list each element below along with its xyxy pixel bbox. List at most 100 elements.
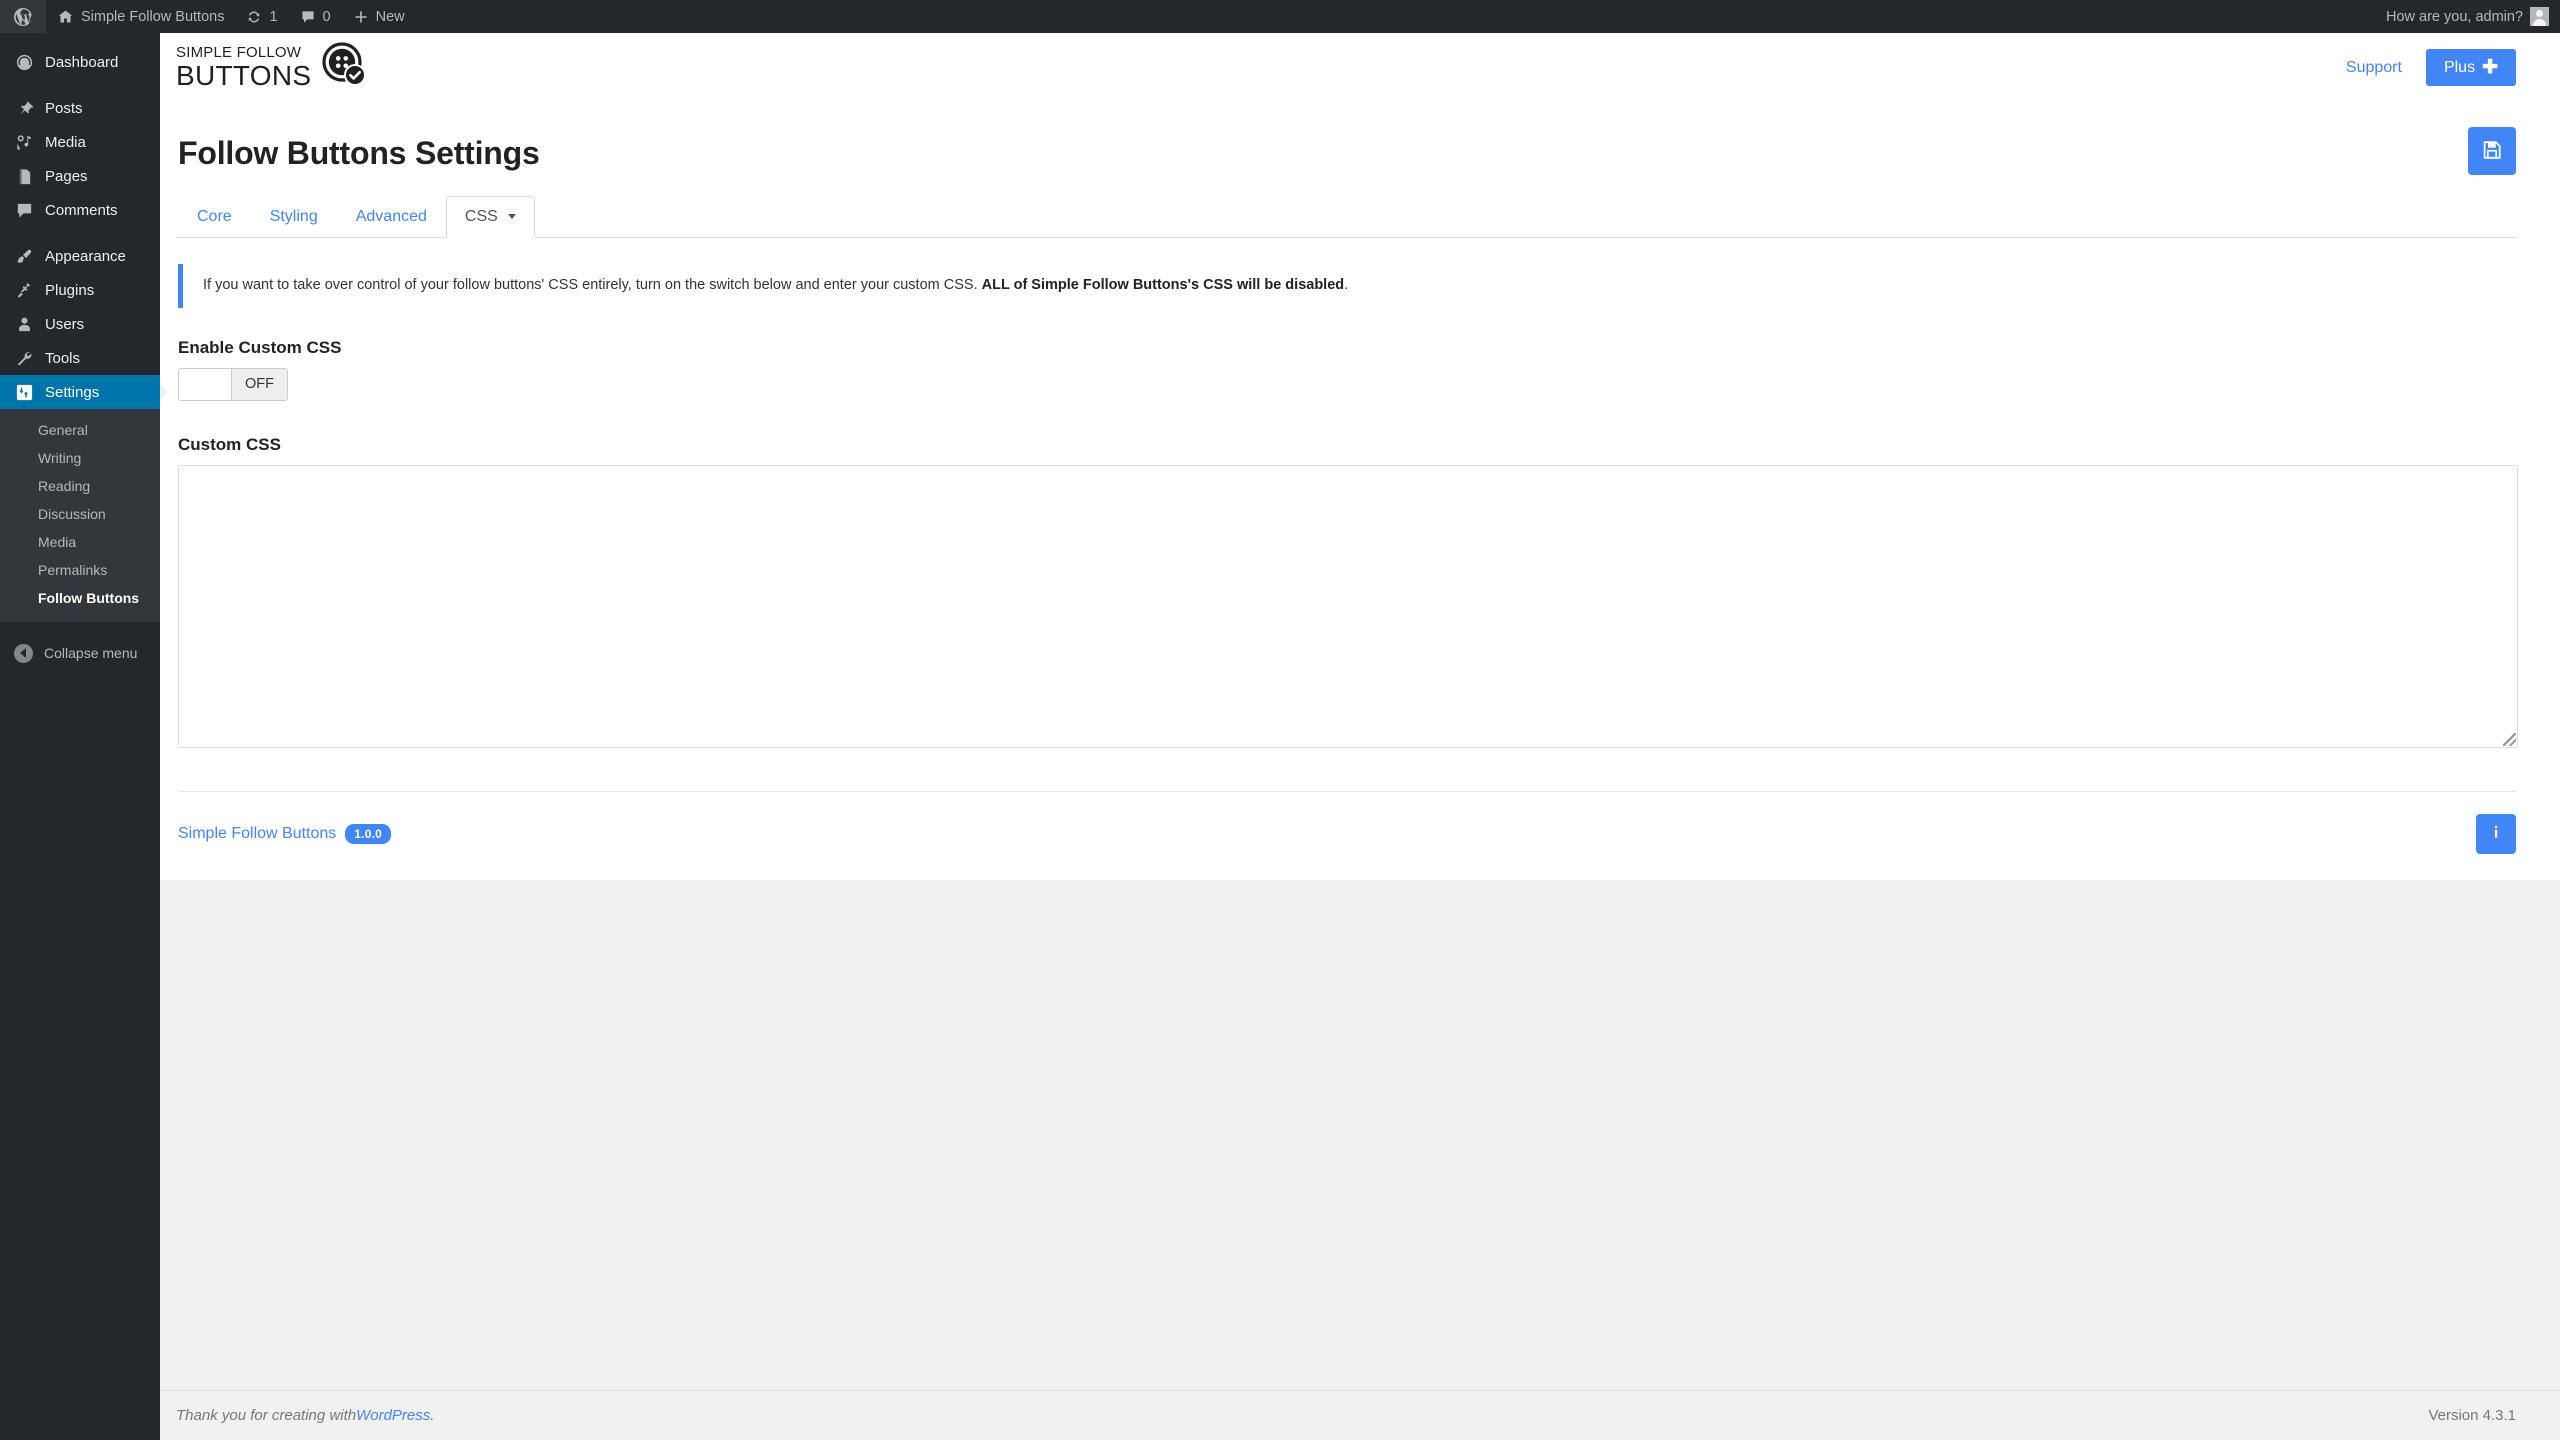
update-arrows-icon <box>246 9 262 25</box>
new-content-label: New <box>375 8 405 25</box>
wordpress-logo-icon <box>13 7 33 27</box>
info-icon <box>2487 823 2505 844</box>
tab-css-label: CSS <box>464 208 498 225</box>
version-badge: 1.0.0 <box>345 823 391 844</box>
wp-admin-bar: Simple Follow Buttons 1 0 New How are yo… <box>0 0 2560 33</box>
tab-css[interactable]: CSS <box>445 196 536 238</box>
sidebar-label: Dashboard <box>45 53 119 71</box>
sidebar-label: Settings <box>45 383 100 401</box>
plugin-name-link[interactable]: Simple Follow Buttons <box>178 825 336 843</box>
plugin-header-actions: Support Plus ✚ <box>2346 49 2516 86</box>
sidebar-item-comments[interactable]: Comments <box>0 193 160 227</box>
sidebar-label: Media <box>45 133 86 151</box>
wp-version-label: Version 4.3.1 <box>2428 1407 2516 1424</box>
tab-advanced-label: Advanced <box>355 208 427 225</box>
notice-text: If you want to take over control of your… <box>203 277 982 293</box>
sidebar-label: Plugins <box>45 281 95 299</box>
sidebar-item-appearance[interactable]: Appearance <box>0 239 160 273</box>
page-title: Follow Buttons Settings <box>178 135 540 171</box>
brand-line-1: SIMPLE FOLLOW <box>176 44 302 61</box>
sidebar-label: Comments <box>45 201 118 219</box>
toggle-state-label: OFF <box>231 368 287 400</box>
sidebar-item-tools[interactable]: Tools <box>0 341 160 375</box>
plugin-info-button[interactable] <box>2476 813 2516 854</box>
toggle-knob <box>179 368 231 400</box>
plugin-footer: Simple Follow Buttons 1.0.0 <box>178 790 2516 880</box>
tab-styling[interactable]: Styling <box>251 196 337 238</box>
custom-css-label: Custom CSS <box>178 434 281 454</box>
support-link[interactable]: Support <box>2346 59 2402 77</box>
user-icon <box>14 314 34 334</box>
sidebar-label: Posts <box>45 99 83 117</box>
submenu-item-permalinks[interactable]: Permalinks <box>0 556 160 584</box>
plus-icon <box>353 9 369 25</box>
sidebar-item-media[interactable]: Media <box>0 125 160 159</box>
site-name-menu-item[interactable]: Simple Follow Buttons <box>46 0 235 33</box>
settings-inner: Follow Buttons Settings Core Styling Adv… <box>160 103 2560 880</box>
plus-upgrade-button[interactable]: Plus ✚ <box>2425 49 2516 86</box>
sidebar-item-settings[interactable]: Settings <box>0 375 168 409</box>
plugin-brand: SIMPLE FOLLOW BUTTONS <box>176 41 369 94</box>
sidebar-item-pages[interactable]: Pages <box>0 159 160 193</box>
settings-tabs: Core Styling Advanced CSS <box>176 196 2516 238</box>
my-account-menu-item[interactable]: How are you, admin? <box>2375 0 2560 33</box>
submenu-item-reading[interactable]: Reading <box>0 472 160 500</box>
custom-css-area-wrap <box>176 455 2518 748</box>
enable-custom-css-toggle[interactable]: OFF <box>178 367 288 401</box>
new-content-menu-item[interactable]: New <box>342 0 416 33</box>
submenu-item-follow-buttons[interactable]: Follow Buttons <box>0 584 160 612</box>
collapse-menu-button[interactable]: Collapse menu <box>0 636 160 670</box>
media-icon <box>14 132 34 152</box>
save-settings-button[interactable] <box>2468 127 2516 175</box>
brand-line-2: BUTTONS <box>176 60 312 91</box>
tab-core-label: Core <box>197 208 232 225</box>
admin-sidebar-menu: Dashboard Posts Media Pages Comments App… <box>0 33 168 1440</box>
settings-panel: Follow Buttons Settings Core Styling Adv… <box>160 103 2560 880</box>
settings-submenu: General Writing Reading Discussion Media… <box>0 409 160 622</box>
menu-spacer-1 <box>0 79 160 91</box>
pin-icon <box>14 98 34 118</box>
button-check-logo-icon <box>321 41 369 94</box>
chevron-down-icon <box>508 214 517 220</box>
custom-css-textarea[interactable] <box>178 464 2518 748</box>
enable-custom-css-label: Enable Custom CSS <box>178 337 342 357</box>
sidebar-label: Pages <box>45 167 88 185</box>
plus-button-label: Plus <box>2443 58 2476 76</box>
menu-spacer-top <box>0 33 160 45</box>
plus-glyph-icon: ✚ <box>2482 57 2498 78</box>
comment-bubble-icon <box>300 9 316 25</box>
wordpress-link[interactable]: WordPress <box>356 1407 430 1424</box>
avatar <box>2530 7 2549 26</box>
sidebar-item-users[interactable]: Users <box>0 307 160 341</box>
home-icon <box>57 8 74 25</box>
tab-advanced[interactable]: Advanced <box>337 196 446 238</box>
submenu-item-discussion[interactable]: Discussion <box>0 500 160 528</box>
brush-icon <box>14 246 34 266</box>
notice-text-bold: ALL of Simple Follow Buttons's CSS will … <box>981 277 1345 293</box>
comments-menu-item[interactable]: 0 <box>289 0 342 33</box>
sidebar-item-plugins[interactable]: Plugins <box>0 273 160 307</box>
plugin-header-bar: SIMPLE FOLLOW BUTTONS Support Plus ✚ <box>160 33 2560 103</box>
sidebar-item-posts[interactable]: Posts <box>0 91 160 125</box>
tab-core[interactable]: Core <box>178 196 251 238</box>
dashboard-icon <box>14 52 34 72</box>
footer-thanks-suffix: . <box>430 1407 435 1424</box>
sidebar-label: Appearance <box>45 247 126 265</box>
sidebar-item-dashboard[interactable]: Dashboard <box>0 45 160 79</box>
submenu-item-general[interactable]: General <box>0 416 160 444</box>
submenu-item-writing[interactable]: Writing <box>0 444 160 472</box>
sidebar-label: Users <box>45 315 85 333</box>
site-name-label: Simple Follow Buttons <box>81 8 225 25</box>
sidebar-label: Tools <box>45 349 81 367</box>
collapse-menu-label: Collapse menu <box>44 645 138 661</box>
save-floppy-icon <box>2481 139 2503 164</box>
wp-logo-menu-item[interactable] <box>0 0 46 33</box>
updates-menu-item[interactable]: 1 <box>235 0 288 33</box>
footer-thanks-text: Thank you for creating with <box>176 1407 357 1424</box>
comments-count: 0 <box>322 8 331 25</box>
wrench-icon <box>14 348 34 368</box>
content-area: SIMPLE FOLLOW BUTTONS Support Plus ✚ Fol… <box>160 33 2560 1440</box>
menu-spacer-2 <box>0 227 160 239</box>
updates-count: 1 <box>269 8 278 25</box>
submenu-item-media[interactable]: Media <box>0 528 160 556</box>
